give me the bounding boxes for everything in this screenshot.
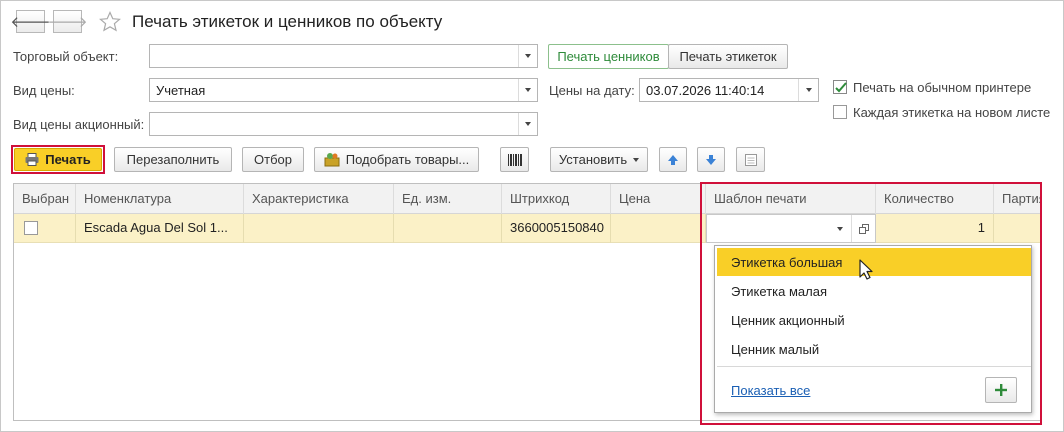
document-icon — [744, 153, 757, 166]
printer-icon — [25, 153, 39, 166]
checkmark-icon — [835, 82, 847, 93]
add-template-button[interactable] — [985, 377, 1017, 403]
price-type-field[interactable]: Учетная — [149, 78, 538, 102]
show-all-link[interactable]: Показать все — [731, 383, 810, 398]
column-header-template[interactable]: Шаблон печати — [706, 184, 876, 214]
barcode-icon — [507, 153, 522, 166]
cell-batch[interactable] — [994, 214, 1040, 243]
settings-list-button[interactable] — [736, 147, 765, 172]
promo-price-type-field[interactable] — [149, 112, 538, 136]
template-cell-editor[interactable] — [706, 214, 876, 243]
dropdown-option-small-price-tag[interactable]: Ценник малый — [717, 335, 1031, 363]
set-dropdown-button[interactable]: Установить — [550, 147, 648, 172]
price-type-label: Вид цены: — [13, 83, 75, 98]
move-down-button[interactable] — [697, 147, 725, 172]
print-regular-printer-label: Печать на обычном принтере — [853, 80, 1032, 95]
page-title: Печать этикеток и ценников по объекту — [132, 12, 443, 31]
chevron-down-icon[interactable] — [518, 45, 537, 67]
cell-unit[interactable] — [394, 214, 502, 243]
row-select-checkbox[interactable] — [24, 221, 38, 235]
column-header-price[interactable]: Цена — [611, 184, 706, 214]
chevron-down-icon — [633, 157, 640, 162]
trade-object-label: Торговый объект: — [13, 49, 119, 64]
column-header-barcode[interactable]: Штрихкод — [502, 184, 611, 214]
each-label-new-sheet-label: Каждая этикетка на новом листе — [853, 105, 1051, 120]
each-label-new-sheet-checkbox[interactable] — [833, 105, 847, 119]
plus-icon — [995, 384, 1007, 396]
cell-item[interactable]: Escada Agua Del Sol 1... — [76, 214, 244, 243]
cell-characteristic[interactable] — [244, 214, 394, 243]
barcode-button[interactable] — [500, 147, 529, 172]
price-date-field[interactable]: 03.07.2026 11:40:14 — [639, 78, 819, 102]
table-row[interactable]: Escada Agua Del Sol 1... 3660005150840 1 — [14, 214, 1040, 243]
column-header-characteristic[interactable]: Характеристика — [244, 184, 394, 214]
promo-price-type-label: Вид цены акционный: — [13, 117, 145, 132]
dropdown-option-promo-price-tag[interactable]: Ценник акционный — [717, 306, 1031, 334]
goods-cart-icon — [324, 153, 340, 167]
column-header-item[interactable]: Номенклатура — [76, 184, 244, 214]
star-icon[interactable] — [98, 10, 122, 34]
refill-button[interactable]: Перезаполнить — [114, 147, 232, 172]
back-button[interactable]: 🡐 — [10, 10, 51, 33]
dropdown-divider — [717, 366, 1031, 367]
mouse-pointer-icon — [859, 259, 875, 281]
column-header-selected[interactable]: Выбран — [14, 184, 76, 214]
chevron-down-icon[interactable] — [518, 113, 537, 135]
pick-goods-button[interactable]: Подобрать товары... — [314, 147, 479, 172]
chevron-down-icon[interactable] — [518, 79, 537, 101]
column-header-batch[interactable]: Партия — [994, 184, 1040, 214]
arrow-left-icon: 🡐 — [10, 14, 51, 31]
price-date-label: Цены на дату: — [549, 83, 635, 98]
forward-button[interactable]: 🡒 — [47, 10, 88, 33]
dropdown-option-small-label[interactable]: Этикетка малая — [717, 277, 1031, 305]
cell-quantity[interactable]: 1 — [876, 214, 994, 243]
column-header-unit[interactable]: Ед. изм. — [394, 184, 502, 214]
arrow-right-icon: 🡒 — [47, 14, 88, 31]
trade-object-field[interactable] — [149, 44, 538, 68]
tab-print-labels[interactable]: Печать этикеток — [668, 44, 788, 69]
tab-print-price-tags[interactable]: Печать ценников — [548, 44, 669, 69]
print-labels-window: 🡐 🡒 Печать этикеток и ценников по объект… — [0, 0, 1064, 432]
cell-barcode[interactable]: 3660005150840 — [502, 214, 611, 243]
arrow-down-icon — [706, 154, 716, 165]
cell-price[interactable] — [611, 214, 706, 243]
print-button[interactable]: Печать — [14, 148, 102, 171]
cell-selected — [14, 214, 76, 243]
calendar-icon[interactable] — [798, 79, 818, 101]
column-header-quantity[interactable]: Количество — [876, 184, 994, 214]
print-regular-printer-checkbox[interactable] — [833, 80, 847, 94]
table-header: Выбран Номенклатура Характеристика Ед. и… — [14, 184, 1040, 214]
move-up-button[interactable] — [659, 147, 687, 172]
chevron-down-icon[interactable] — [831, 219, 849, 239]
filter-button[interactable]: Отбор — [242, 147, 304, 172]
open-form-icon[interactable] — [851, 215, 875, 242]
arrow-up-icon — [668, 154, 678, 165]
